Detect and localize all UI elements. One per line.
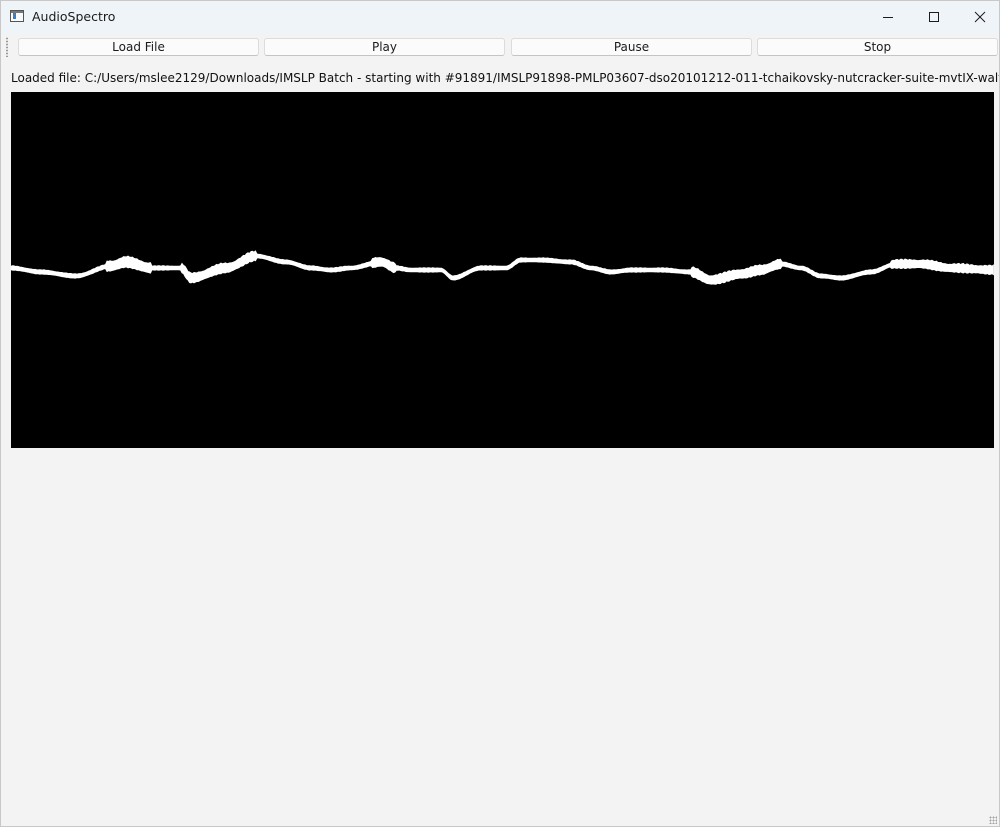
loaded-file-label: Loaded file: C:/Users/mslee2129/Download… xyxy=(11,71,999,85)
resize-grip-icon[interactable] xyxy=(989,816,997,824)
minimize-icon xyxy=(882,11,894,23)
close-icon xyxy=(974,11,986,23)
waveform-canvas xyxy=(11,250,994,285)
minimize-button[interactable] xyxy=(865,1,911,33)
maximize-button[interactable] xyxy=(911,1,957,33)
pause-button[interactable]: Pause xyxy=(511,38,752,56)
waveform-display xyxy=(11,92,994,448)
waveform-band xyxy=(11,250,994,285)
title-bar[interactable]: AudioSpectro xyxy=(1,1,999,33)
toolbar-grip-icon[interactable] xyxy=(5,37,9,57)
app-window-icon xyxy=(10,10,24,22)
stop-button[interactable]: Stop xyxy=(757,38,998,56)
close-button[interactable] xyxy=(957,1,999,33)
maximize-icon xyxy=(928,11,940,23)
app-window: AudioSpectro Load File Play Pause Stop L… xyxy=(0,0,1000,827)
toolbar: Load File Play Pause Stop xyxy=(1,33,999,61)
window-title: AudioSpectro xyxy=(32,9,116,24)
load-file-button[interactable]: Load File xyxy=(18,38,259,56)
play-button[interactable]: Play xyxy=(264,38,505,56)
